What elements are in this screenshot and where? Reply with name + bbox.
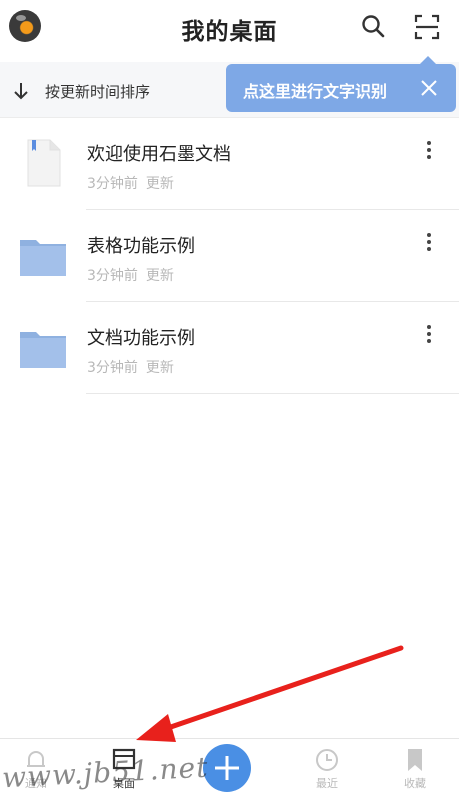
file-meta: 3分钟前 更新: [87, 265, 182, 285]
more-options-icon[interactable]: [419, 322, 439, 346]
document-icon: [27, 139, 61, 187]
bell-icon: [27, 751, 45, 767]
list-item[interactable]: 文档功能示例 3分钟前 更新: [0, 302, 459, 394]
search-icon: [362, 15, 385, 38]
file-action: 更新: [145, 268, 174, 284]
file-name: 文档功能示例: [87, 328, 195, 349]
scan-frame-icon: [414, 14, 440, 40]
plus-icon: [215, 756, 239, 780]
page-title: 我的桌面: [181, 19, 278, 45]
search-button[interactable]: [359, 12, 389, 42]
scan-button[interactable]: [412, 12, 442, 42]
file-action: 更新: [145, 176, 174, 192]
sort-label: 按更新时间排序: [45, 83, 151, 101]
divider: [86, 393, 459, 394]
file-name: 欢迎使用石墨文档: [87, 144, 231, 165]
tab-desktop[interactable]: 桌面: [94, 747, 154, 799]
arrow-down-icon: [14, 83, 28, 100]
list-item[interactable]: 表格功能示例 3分钟前 更新: [0, 210, 459, 302]
ocr-tooltip[interactable]: 点这里进行文字识别: [226, 56, 456, 112]
tab-notify[interactable]: 通知: [6, 747, 66, 799]
tab-favorites[interactable]: 收藏: [385, 747, 445, 799]
file-time: 3分钟前: [87, 268, 138, 284]
tab-label: 收藏: [404, 777, 426, 790]
list-item[interactable]: 欢迎使用石墨文档 3分钟前 更新: [0, 118, 459, 210]
desktop-screen: 我的桌面 按更新时间排序 点这里进行文字识别 欢迎使用石墨文档 3分钟前 更新 …: [0, 0, 459, 800]
file-meta: 3分钟前 更新: [87, 357, 182, 377]
file-time: 3分钟前: [87, 176, 138, 192]
top-header: 我的桌面: [0, 0, 459, 58]
file-action: 更新: [145, 360, 174, 376]
bookmark-icon: [408, 749, 422, 771]
tab-label: 通知: [25, 777, 47, 790]
file-name: 表格功能示例: [87, 236, 195, 257]
folder-icon: [20, 240, 66, 276]
tab-recent[interactable]: 最近: [297, 747, 357, 799]
more-options-icon[interactable]: [419, 230, 439, 254]
clock-icon: [316, 749, 338, 771]
add-button[interactable]: [203, 744, 251, 792]
file-time: 3分钟前: [87, 360, 138, 376]
close-icon[interactable]: [419, 78, 439, 98]
file-meta: 3分钟前 更新: [87, 173, 182, 193]
folder-icon: [20, 332, 66, 368]
file-list: 欢迎使用石墨文档 3分钟前 更新 表格功能示例 3分钟前 更新 文档功能示例 3…: [0, 118, 459, 394]
more-options-icon[interactable]: [419, 138, 439, 162]
tab-label: 最近: [316, 777, 338, 790]
tab-label: 桌面: [113, 777, 135, 790]
tooltip-text: 点这里进行文字识别: [243, 82, 388, 101]
desktop-icon: [112, 748, 136, 770]
